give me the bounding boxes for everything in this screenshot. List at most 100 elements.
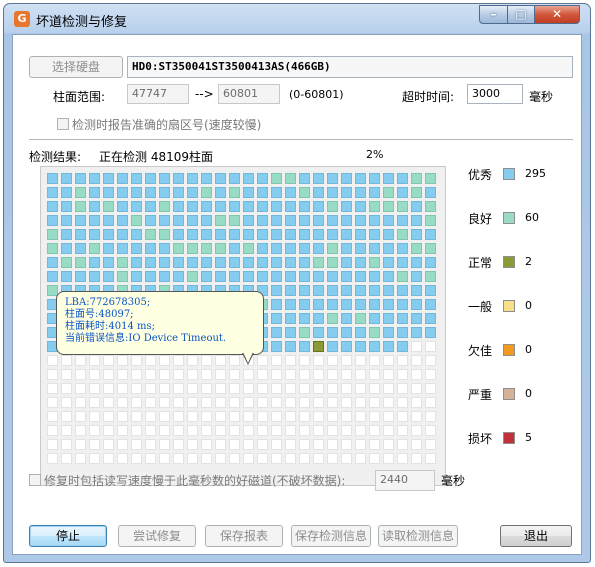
sector-cell[interactable] [75,215,86,226]
sector-cell[interactable] [355,229,366,240]
sector-cell[interactable] [383,243,394,254]
sector-cell[interactable] [355,313,366,324]
sector-cell[interactable] [187,215,198,226]
sector-cell[interactable] [145,453,156,464]
sector-cell[interactable] [201,397,212,408]
title-bar[interactable]: G 坏道检测与修复 – □ ✕ [4,4,590,34]
sector-cell[interactable] [313,257,324,268]
sector-cell[interactable] [397,187,408,198]
sector-cell[interactable] [285,229,296,240]
sector-cell[interactable] [103,243,114,254]
sector-cell[interactable] [131,383,142,394]
sector-cell[interactable] [369,285,380,296]
sector-cell[interactable] [341,425,352,436]
sector-cell[interactable] [131,201,142,212]
sector-cell[interactable] [243,383,254,394]
sector-cell[interactable] [369,425,380,436]
stop-button[interactable]: 停止 [29,525,107,547]
sector-cell[interactable] [243,243,254,254]
sector-cell[interactable] [145,369,156,380]
sector-cell[interactable] [285,313,296,324]
sector-cell[interactable] [327,173,338,184]
sector-cell[interactable] [299,243,310,254]
sector-cell[interactable] [425,439,436,450]
sector-cell[interactable] [117,187,128,198]
sector-cell[interactable] [229,257,240,268]
sector-cell[interactable] [341,355,352,366]
sector-cell[interactable] [229,397,240,408]
sector-cell[interactable] [89,383,100,394]
sector-cell[interactable] [271,271,282,282]
sector-cell[interactable] [187,201,198,212]
sector-cell[interactable] [103,257,114,268]
sector-cell[interactable] [75,271,86,282]
sector-cell[interactable] [383,453,394,464]
range-end-input[interactable]: 60801 [218,84,280,104]
sector-cell[interactable] [355,425,366,436]
sector-cell[interactable] [173,271,184,282]
sector-cell[interactable] [271,327,282,338]
sector-cell[interactable] [61,453,72,464]
repair-threshold-input[interactable]: 2440 [375,470,435,491]
sector-cell[interactable] [117,453,128,464]
sector-cell[interactable] [299,355,310,366]
sector-cell[interactable] [299,187,310,198]
sector-cell[interactable] [215,187,226,198]
sector-cell[interactable] [159,187,170,198]
sector-cell[interactable] [215,369,226,380]
sector-cell[interactable] [383,271,394,282]
sector-cell[interactable] [159,369,170,380]
sector-cell[interactable] [313,453,324,464]
sector-cell[interactable] [89,187,100,198]
sector-cell[interactable] [243,215,254,226]
sector-cell[interactable] [187,425,198,436]
sector-cell[interactable] [215,173,226,184]
sector-cell[interactable] [425,299,436,310]
sector-cell[interactable] [215,383,226,394]
sector-cell[interactable] [383,215,394,226]
sector-cell[interactable] [173,411,184,422]
sector-cell[interactable] [131,397,142,408]
sector-cell[interactable] [313,243,324,254]
sector-cell[interactable] [425,425,436,436]
sector-cell[interactable] [145,257,156,268]
sector-cell[interactable] [61,215,72,226]
sector-cell[interactable] [397,313,408,324]
sector-cell[interactable] [75,187,86,198]
sector-cell[interactable] [341,271,352,282]
sector-cell[interactable] [341,215,352,226]
sector-cell[interactable] [355,453,366,464]
sector-cell[interactable] [327,341,338,352]
sector-cell[interactable] [187,229,198,240]
sector-cell[interactable] [173,187,184,198]
sector-cell[interactable] [89,201,100,212]
sector-cell[interactable] [215,355,226,366]
sector-cell[interactable] [411,201,422,212]
sector-cell[interactable] [425,201,436,212]
sector-cell[interactable] [285,243,296,254]
sector-cell[interactable] [145,201,156,212]
sector-cell[interactable] [145,355,156,366]
sector-cell[interactable] [47,411,58,422]
sector-cell[interactable] [243,229,254,240]
sector-cell[interactable] [201,411,212,422]
sector-cell[interactable] [89,355,100,366]
sector-cell[interactable] [425,453,436,464]
sector-cell[interactable] [215,271,226,282]
sector-cell[interactable] [159,453,170,464]
sector-cell[interactable] [117,173,128,184]
sector-cell[interactable] [229,173,240,184]
sector-cell[interactable] [341,453,352,464]
sector-cell[interactable] [425,355,436,366]
sector-cell[interactable] [75,369,86,380]
sector-cell[interactable] [327,215,338,226]
sector-cell[interactable] [243,201,254,212]
sector-cell[interactable] [159,425,170,436]
sector-cell[interactable] [271,369,282,380]
sector-cell[interactable] [215,229,226,240]
sector-cell[interactable] [145,271,156,282]
sector-cell[interactable] [271,453,282,464]
sector-cell[interactable] [229,229,240,240]
sector-cell[interactable] [271,313,282,324]
sector-cell[interactable] [61,201,72,212]
